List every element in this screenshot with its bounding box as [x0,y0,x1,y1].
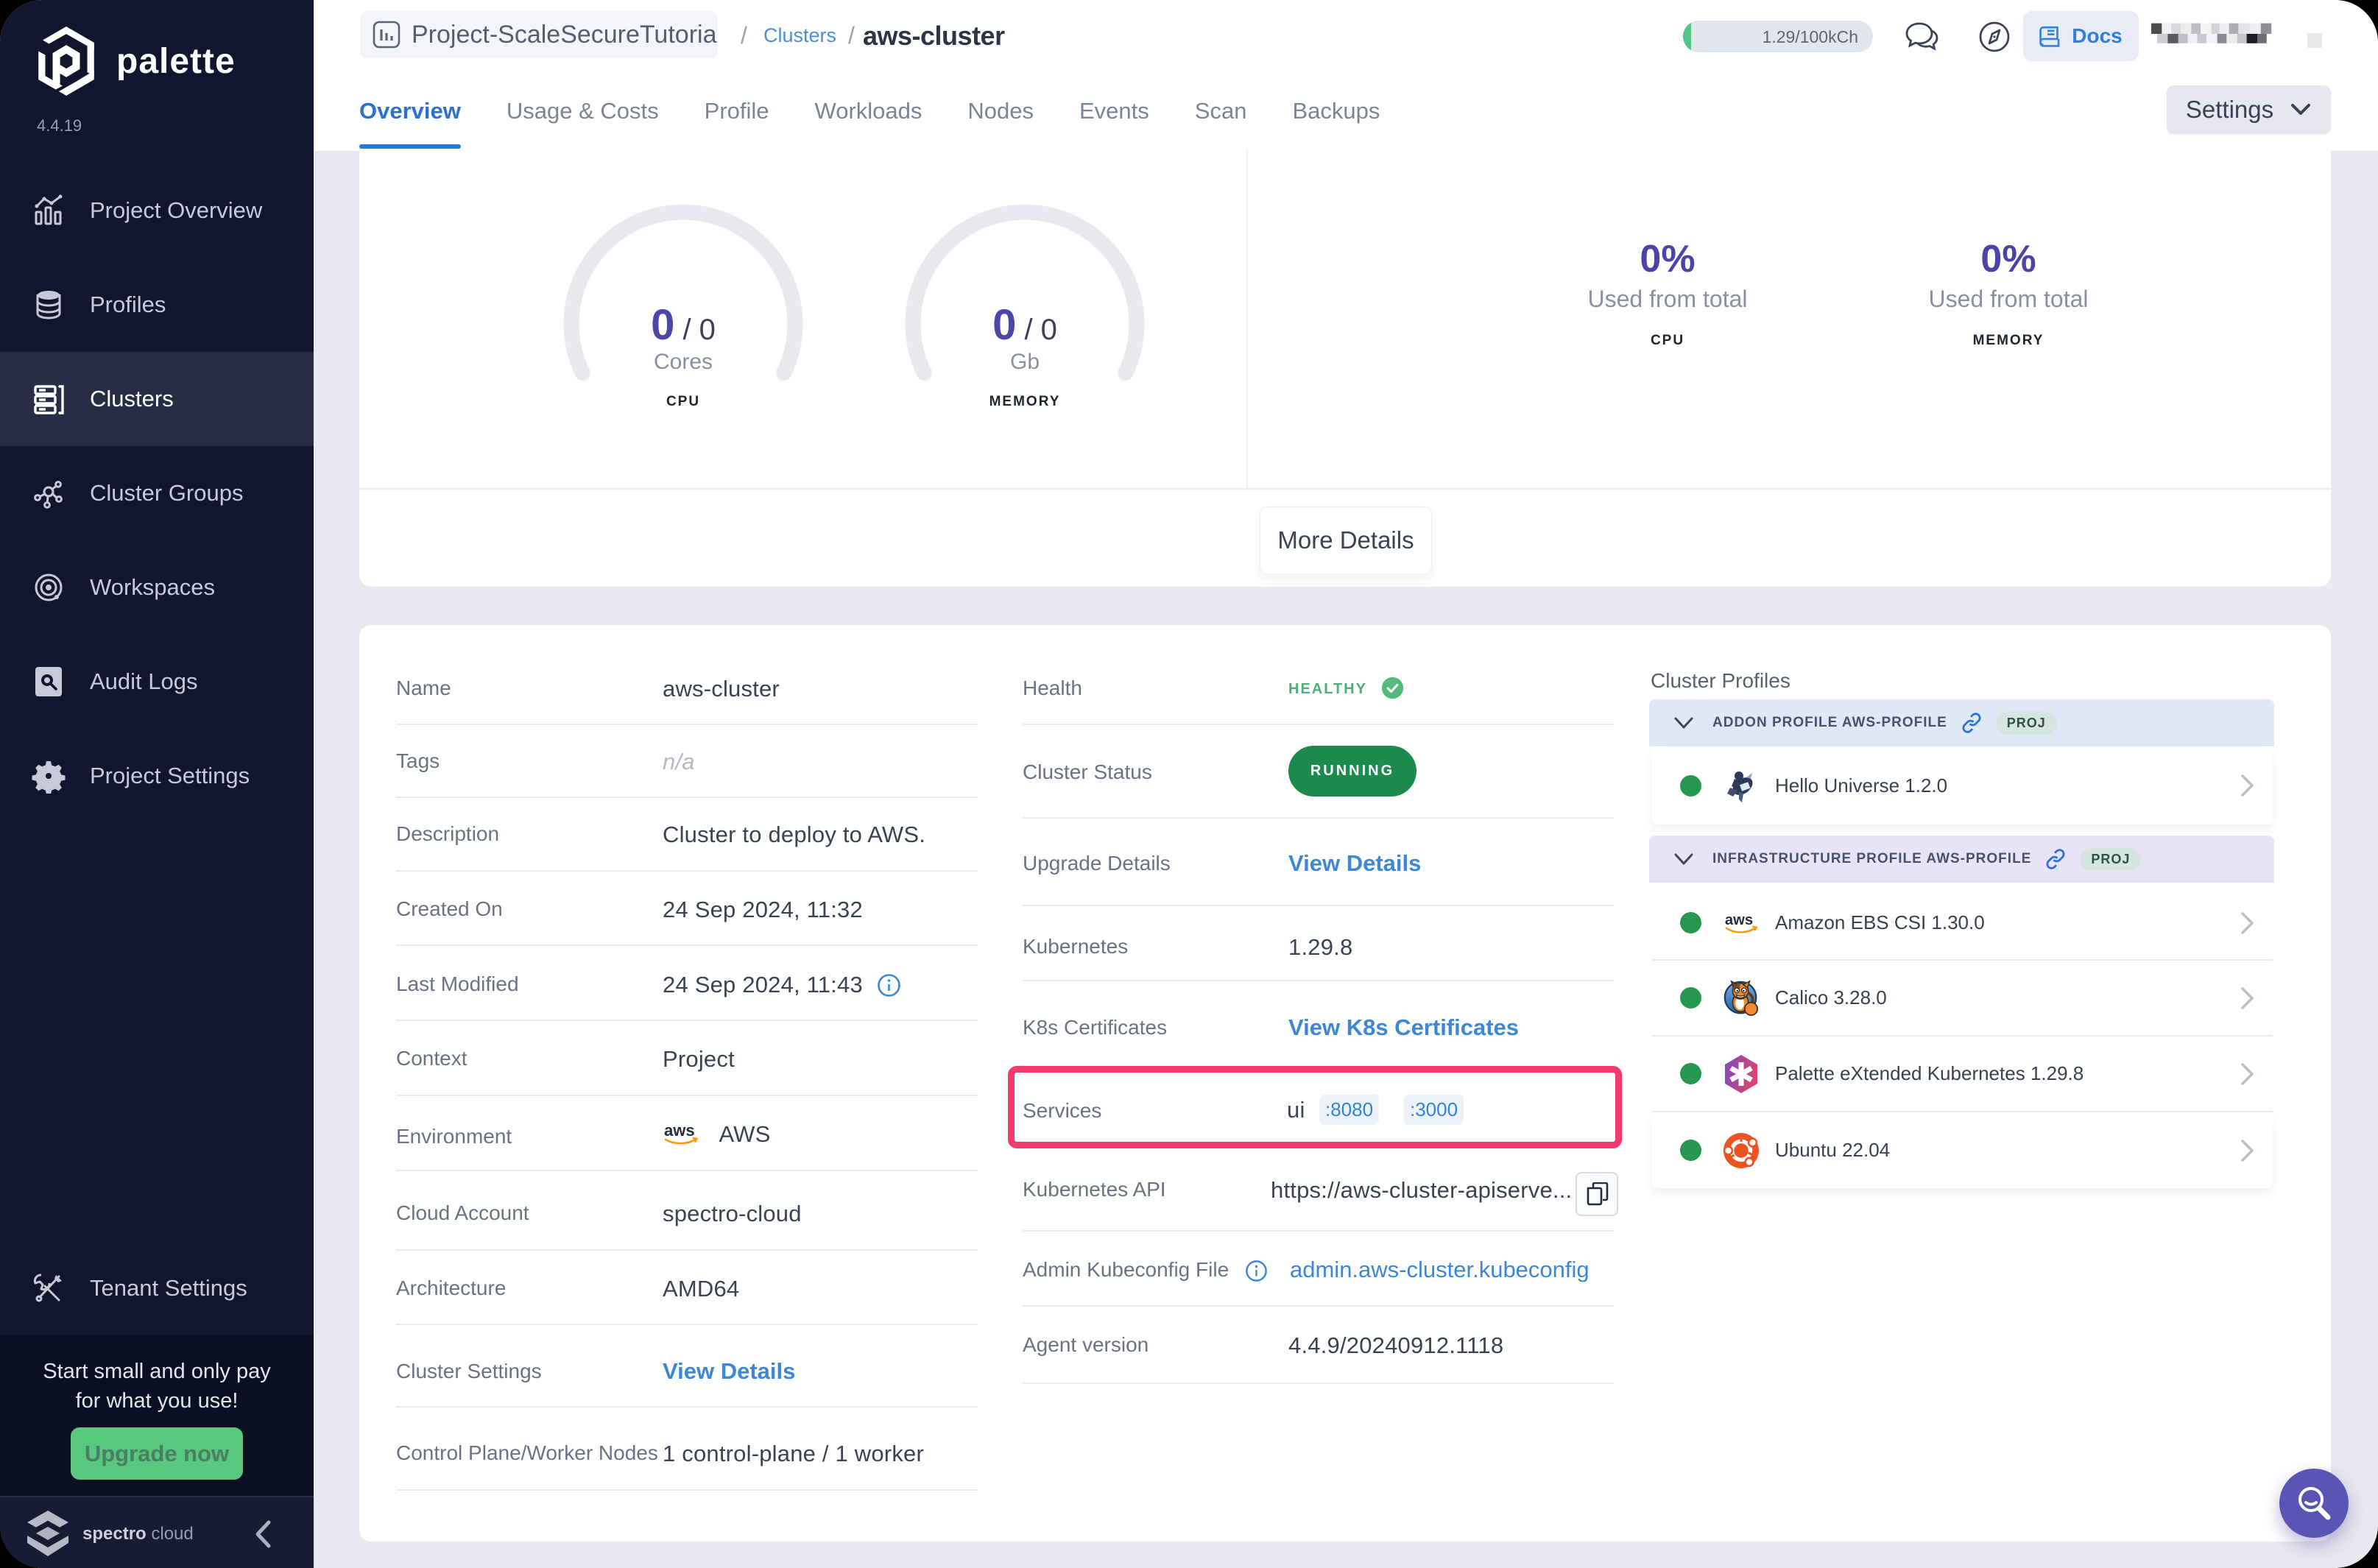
svg-text:aws: aws [664,1121,695,1140]
svg-text:aws: aws [1725,911,1753,928]
